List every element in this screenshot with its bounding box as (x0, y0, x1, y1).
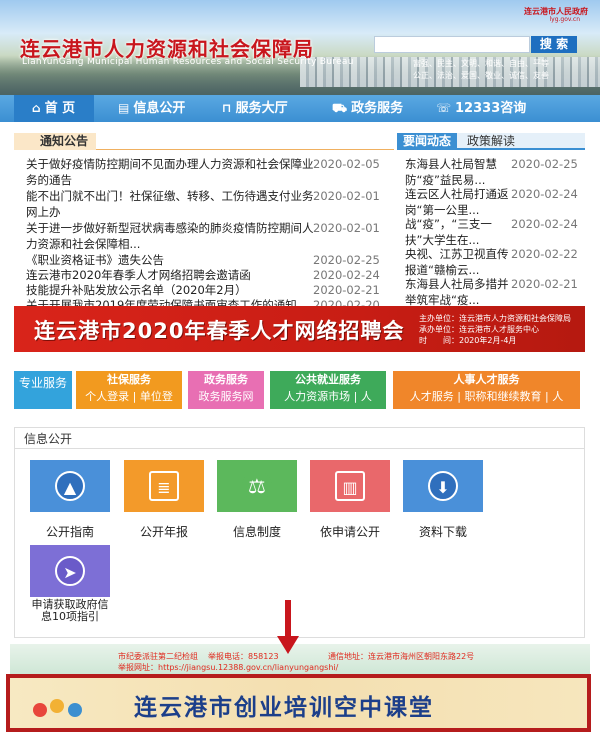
nav-item-service-hall[interactable]: ⊓ 服务大厅 (222, 95, 288, 122)
nav-item-info-public[interactable]: ▤ 信息公开 (118, 95, 185, 122)
info-public-heading: 信息公开 (24, 432, 73, 446)
tile-label[interactable]: 公开指南 (20, 525, 120, 540)
tile-info-rules[interactable]: ⚖ (217, 460, 297, 512)
tile-label[interactable]: 申请获取政府信息10项指引 (28, 599, 112, 623)
nav-item-gov-service[interactable]: ⛟ 政务服务 (332, 95, 403, 122)
tile-label[interactable]: 资料下载 (393, 525, 493, 540)
news-item[interactable]: 央视、江苏卫视直传报道“赣榆云... 2020-02-22 (397, 246, 585, 278)
report-icon: ≣ (149, 471, 179, 501)
nav-item-home[interactable]: ⌂ 首 页 (14, 95, 94, 122)
notice-item[interactable]: 关于进一步做好新型冠状病毒感染的肺炎疫情防控期间人力资源和社会保障相... 202… (14, 220, 394, 251)
book-icon: ▥ (335, 471, 365, 501)
red-arrow-shaft (285, 600, 291, 638)
banner-title: 连云港市2020年春季人才网络招聘会 (34, 319, 405, 343)
service-card-talent[interactable]: 人事人才服务 人才服务 | 职称和继续教育 | 人 (393, 371, 580, 409)
main-nav: ⌂ 首 页 ▤ 信息公开 ⊓ 服务大厅 ⛟ 政务服务 ☏ 12333咨询 (0, 95, 600, 122)
tile-disclosure-guide[interactable]: ▲ (30, 460, 110, 512)
footer-report-url[interactable]: 举报网址：https://jiangsu.12388.gov.cn/lianyu… (118, 662, 338, 673)
hall-icon: ⊓ (222, 101, 232, 115)
tile-download[interactable]: ⬇ (403, 460, 483, 512)
lanterns-decoration-icon (33, 699, 82, 717)
city-government-domain: lyg.gov.cn (549, 16, 580, 23)
recruitment-fair-banner[interactable]: 连云港市2020年春季人才网络招聘会 主办单位：连云港市人力资源和社会保障局 承… (14, 306, 585, 352)
site-title-english: LianYunGang Municipal Human Resources an… (22, 57, 354, 67)
core-values-text: 富强、民主、文明、和谐、自由、平等 公正、法治、爱国、敬业、诚信、友善 (376, 58, 586, 82)
tile-annual-report[interactable]: ≣ (124, 460, 204, 512)
notice-item[interactable]: 关于做好疫情防控期间不见面办理人力资源和社会保障业务的通告 2020-02-05 (14, 156, 394, 187)
notice-item[interactable]: 连云港市2020年春季人才网络招聘会邀请函 2020-02-24 (14, 267, 394, 282)
tab-news[interactable]: 要闻动态 (397, 133, 458, 150)
service-card-employment[interactable]: 公共就业服务 人力资源市场 | 人 (270, 371, 386, 409)
tile-apply-disclosure[interactable]: ▥ (310, 460, 390, 512)
gavel-icon: ⚖ (242, 471, 272, 501)
tile-10-guides[interactable]: ➤ (30, 545, 110, 597)
footer-address: 通信地址：连云港市海州区朝阳东路22号 (328, 652, 475, 661)
tile-label[interactable]: 依申请公开 (300, 525, 400, 540)
arrow-down-icon (277, 636, 299, 654)
tile-label[interactable]: 信息制度 (207, 525, 307, 540)
professional-services-label: 专业服务 (14, 371, 72, 409)
service-card-social-security[interactable]: 社保服务 个人登录 | 单位登 (76, 371, 182, 409)
notice-item[interactable]: 《职业资格证书》遗失公告 2020-02-25 (14, 252, 394, 267)
send-icon: ➤ (55, 556, 85, 586)
tab-policy[interactable]: 政策解读 (461, 133, 521, 150)
banner-organizer: 主办单位：连云港市人力资源和社会保障局 (419, 314, 571, 323)
banner-time: 时 间：2020年2月-4月 (419, 336, 517, 345)
phone-icon: ☏ (436, 101, 452, 115)
entrepreneurship-course-banner[interactable]: 连云港市创业培训空中课堂 (6, 674, 591, 732)
banner-info: 主办单位：连云港市人力资源和社会保障局 承办单位：连云港市人才服务中心 时 间：… (419, 313, 571, 346)
search-input[interactable] (374, 36, 530, 53)
news-item[interactable]: 连云区人社局打通返岗“第一公里... 2020-02-24 (397, 186, 585, 218)
search-button[interactable]: 搜 索 (531, 36, 577, 53)
core-values-line: 富强、民主、文明、和谐、自由、平等 (413, 59, 549, 68)
tile-label[interactable]: 公开年报 (114, 525, 214, 540)
notice-item[interactable]: 能不出门就不出门！社保征缴、转移、工伤待遇支付业务网上办 2020-02-01 (14, 188, 394, 219)
news-item[interactable]: 战“疫”，“三支一扶”大学生在... 2020-02-24 (397, 216, 585, 248)
service-card-gov-service[interactable]: 政务服务 政务服务网 (188, 371, 264, 409)
home-icon: ⌂ (32, 101, 41, 115)
document-icon: ▤ (118, 101, 130, 115)
download-icon: ⬇ (428, 471, 458, 501)
notice-tab-bar: 通知公告 (14, 133, 394, 150)
notice-item[interactable]: 技能提升补贴发放公示名单（2020年2月） 2020-02-21 (14, 282, 394, 297)
news-tab-bar: 要闻动态 政策解读 (397, 133, 585, 150)
car-icon: ⛟ (332, 101, 348, 115)
info-public-header: 信息公开 (14, 427, 585, 449)
banner-host: 承办单位：连云港市人才服务中心 (419, 325, 539, 334)
news-item[interactable]: 东海县人社局智慧防“疫”益民易... 2020-02-25 (397, 156, 585, 188)
compass-icon: ▲ (55, 471, 85, 501)
tab-notices[interactable]: 通知公告 (14, 133, 97, 150)
course-banner-title: 连云港市创业培训空中课堂 (134, 695, 434, 721)
footer-discipline-group: 市纪委派驻第二纪检组 (118, 652, 198, 661)
core-values-line: 公正、法治、爱国、敬业、诚信、友善 (413, 71, 549, 80)
footer-report-phone: 举报电话：858123 (208, 652, 279, 661)
news-item[interactable]: 东海县人社局多措并举筑牢战“疫... 2020-02-21 (397, 276, 585, 308)
nav-item-12333[interactable]: ☏ 12333咨询 (436, 95, 526, 122)
